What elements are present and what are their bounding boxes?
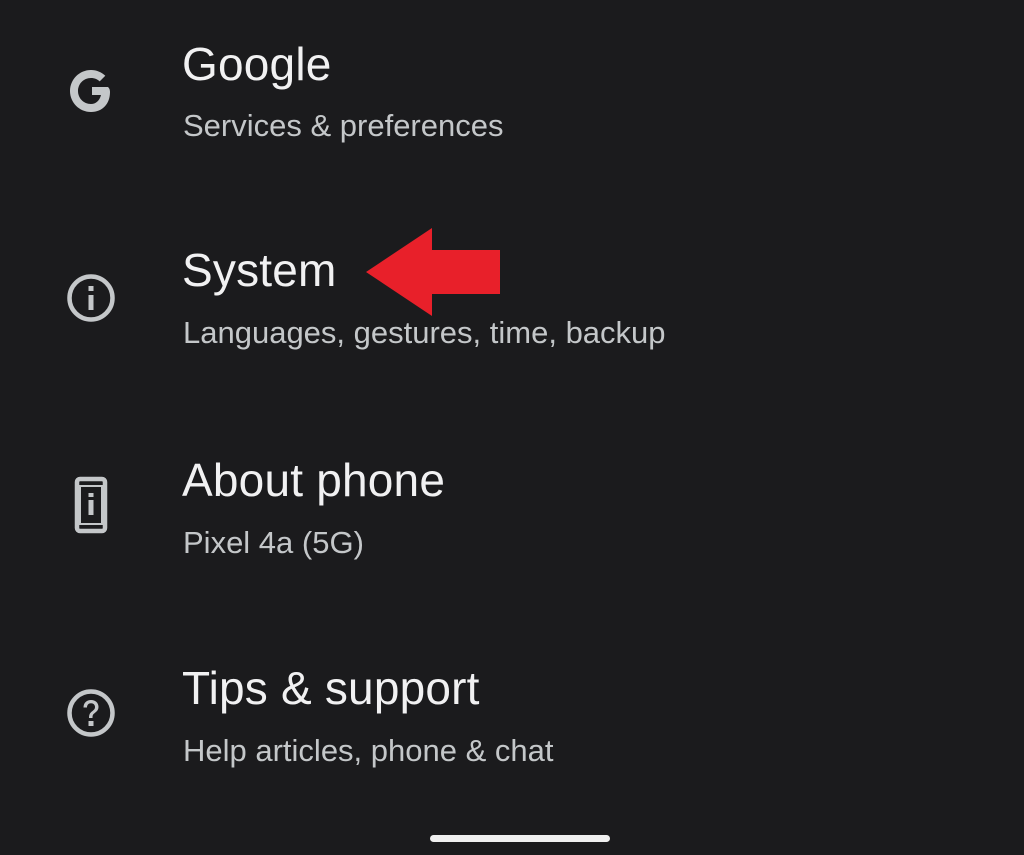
help-icon — [62, 684, 120, 742]
google-g-icon — [62, 62, 120, 120]
settings-item-about-phone[interactable]: About phone Pixel 4a (5G) — [0, 410, 1024, 610]
settings-item-title: Tips & support — [182, 662, 480, 714]
settings-screen: Google Services & preferences System Lan… — [0, 0, 1024, 855]
settings-item-tips-support[interactable]: Tips & support Help articles, phone & ch… — [0, 620, 1024, 820]
settings-item-subtitle: Pixel 4a (5G) — [183, 525, 364, 560]
settings-item-subtitle: Help articles, phone & chat — [183, 733, 554, 768]
settings-item-system[interactable]: System Languages, gestures, time, backup — [0, 200, 1024, 400]
phone-info-icon — [62, 476, 120, 534]
settings-item-title: System — [182, 244, 337, 296]
settings-item-title: Google — [182, 38, 332, 90]
info-icon — [62, 269, 120, 327]
settings-item-title: About phone — [182, 454, 446, 506]
settings-item-google[interactable]: Google Services & preferences — [0, 0, 1024, 200]
settings-item-subtitle: Languages, gestures, time, backup — [183, 315, 666, 350]
annotation-arrow-icon — [364, 226, 504, 318]
settings-item-subtitle: Services & preferences — [183, 108, 504, 143]
gesture-nav-handle[interactable] — [430, 835, 610, 842]
